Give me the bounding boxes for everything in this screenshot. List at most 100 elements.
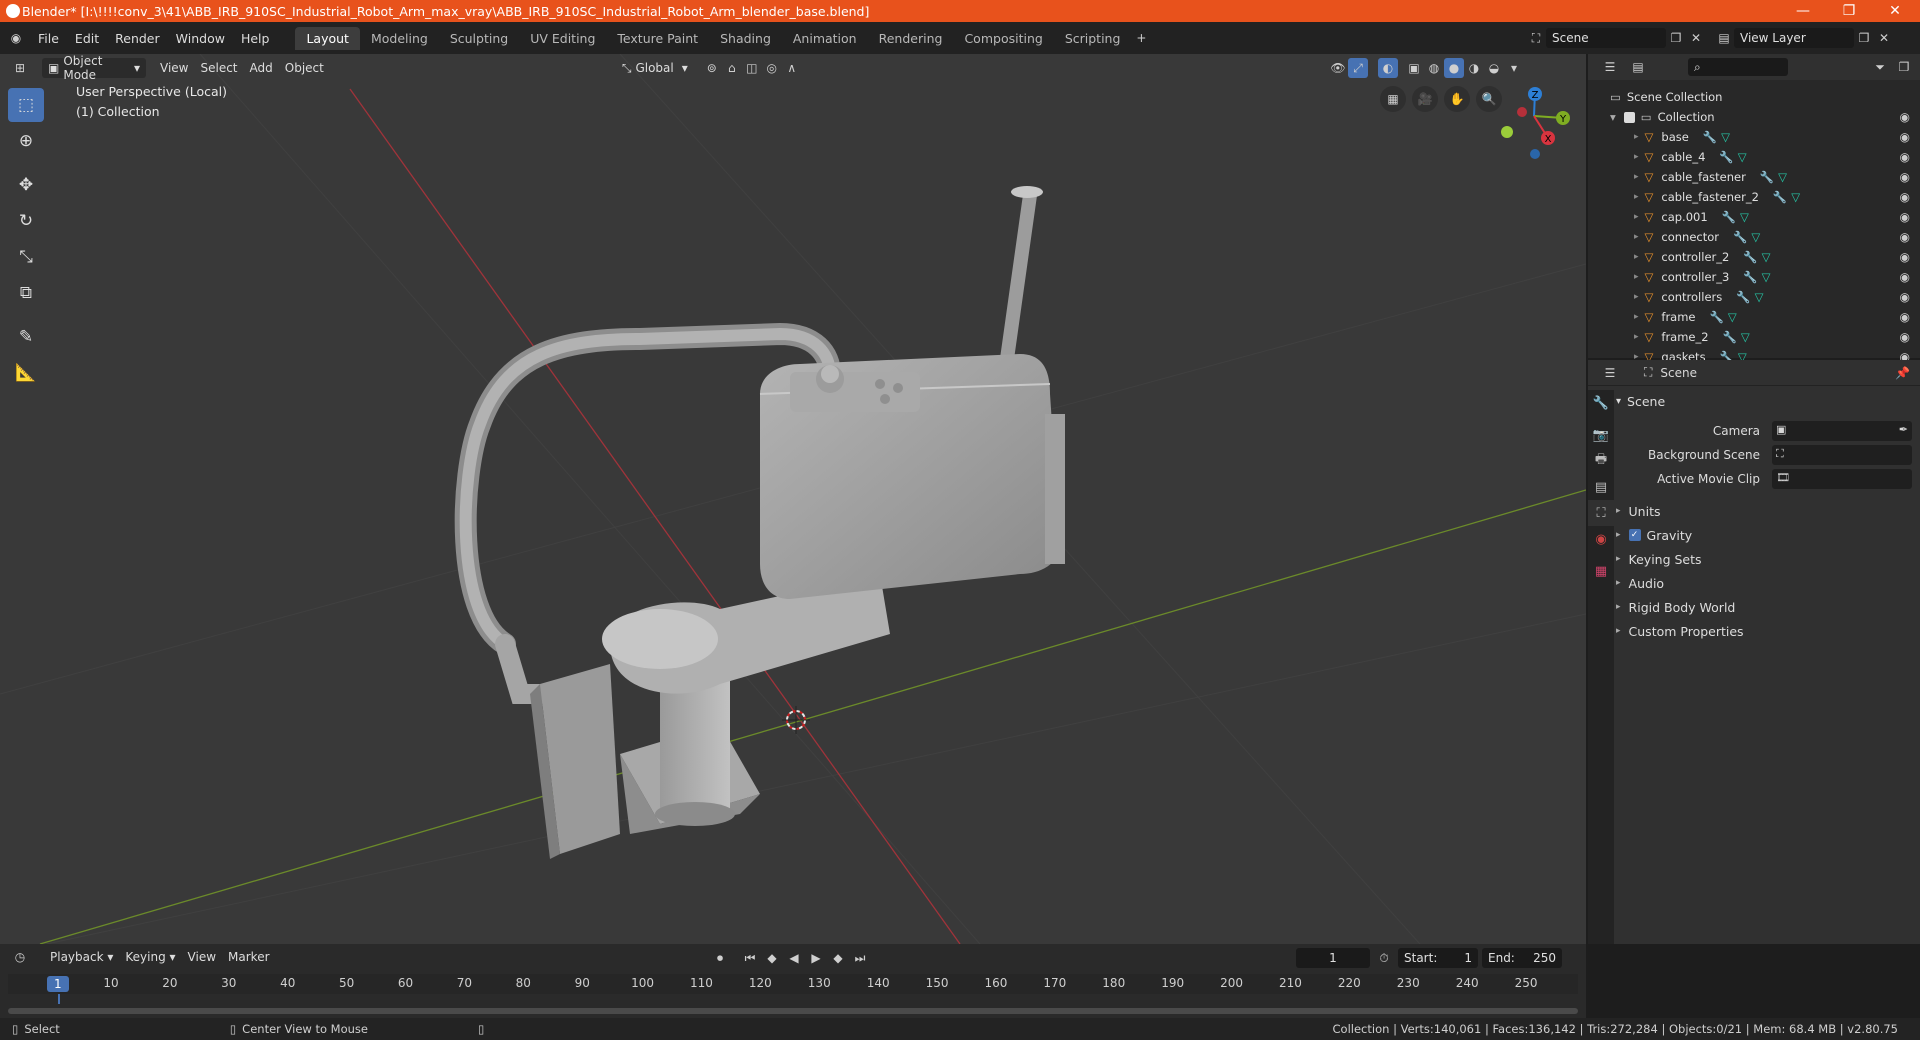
timeline-view-menu[interactable]: View	[182, 947, 222, 967]
viewport-menu-view[interactable]: View	[154, 58, 194, 78]
move-tool-icon[interactable]: ✥	[8, 168, 44, 202]
modifier-wrench-icon[interactable]: 🔧	[1773, 190, 1787, 204]
outliner-item[interactable]: ▸ ▽ base 🔧 ▽ ◉	[1588, 127, 1920, 147]
axis-gizmo[interactable]: Z Y X	[1490, 86, 1570, 166]
menu-window[interactable]: Window	[168, 31, 233, 46]
orientation-selector[interactable]: ⤡ Global ▾	[616, 58, 694, 78]
3d-cursor[interactable]	[782, 706, 810, 734]
expand-arrow-icon[interactable]: ▸	[1634, 132, 1639, 142]
mesh-data-icon[interactable]: ▽	[1778, 170, 1787, 184]
tab-scripting[interactable]: Scripting	[1054, 27, 1132, 50]
outliner-item[interactable]: ▸ ▽ controller_3 🔧 ▽ ◉	[1588, 267, 1920, 287]
3d-viewport[interactable]	[0, 54, 1586, 944]
tool-tab-icon[interactable]: 🔧	[1588, 390, 1614, 416]
expand-arrow-icon[interactable]: ▸	[1634, 212, 1639, 222]
modifier-wrench-icon[interactable]: 🔧	[1743, 250, 1757, 264]
rendered-shading-icon[interactable]: ◒	[1484, 58, 1504, 78]
current-frame-field[interactable]: 1	[1296, 948, 1370, 968]
grid-view-icon[interactable]: ▦	[1380, 86, 1406, 112]
snap-target-icon[interactable]: ◫	[742, 58, 762, 78]
modifier-wrench-icon[interactable]: 🔧	[1703, 130, 1717, 144]
outliner-collection[interactable]: ▾ ▭ Collection ◉	[1588, 107, 1920, 127]
outliner-item[interactable]: ▸ ▽ cable_fastener_2 🔧 ▽ ◉	[1588, 187, 1920, 207]
outliner-item[interactable]: ▸ ▽ cable_fastener 🔧 ▽ ◉	[1588, 167, 1920, 187]
mesh-data-icon[interactable]: ▽	[1755, 290, 1764, 304]
mesh-data-icon[interactable]: ▽	[1728, 310, 1737, 324]
collection-checkbox[interactable]	[1623, 111, 1635, 123]
neg-y-handle[interactable]	[1501, 126, 1513, 138]
visibility-eye-icon[interactable]: ◉	[1900, 150, 1910, 164]
mesh-data-icon[interactable]: ▽	[1762, 250, 1771, 264]
playback-menu[interactable]: Playback ▾	[44, 947, 119, 967]
outliner-item[interactable]: ▸ ▽ cable_4 🔧 ▽ ◉	[1588, 147, 1920, 167]
property-panel-header[interactable]: ▸ Rigid Body World	[1616, 596, 1916, 618]
visibility-eye-icon[interactable]: ◉	[1900, 270, 1910, 284]
editor-type-icon[interactable]: ⊞	[10, 58, 30, 78]
outliner-item[interactable]: ▸ ▽ connector 🔧 ▽ ◉	[1588, 227, 1920, 247]
visibility-eye-icon[interactable]: ◉	[1900, 290, 1910, 304]
visibility-icon[interactable]: 👁	[1328, 58, 1348, 78]
timeline-scrollbar[interactable]	[8, 1008, 1578, 1014]
expand-arrow-icon[interactable]: ▸	[1634, 172, 1639, 182]
stopwatch-icon[interactable]: ⏱	[1374, 948, 1394, 968]
end-frame-field[interactable]: End: 250	[1482, 948, 1562, 968]
eyedropper-icon[interactable]: ✒	[1899, 423, 1908, 436]
gravity-checkbox[interactable]: ✓	[1628, 529, 1641, 541]
proportional-edit-icon[interactable]: ◎	[762, 58, 782, 78]
scene-section-header[interactable]: ▾ Scene	[1616, 390, 1916, 412]
mesh-data-icon[interactable]: ▽	[1791, 190, 1800, 204]
property-panel-header[interactable]: ▸ Keying Sets	[1616, 548, 1916, 570]
scene-tab-icon[interactable]: ⛶	[1588, 500, 1614, 526]
new-scene-icon[interactable]: ❐	[1666, 28, 1686, 48]
scene-icon[interactable]: ⛶	[1526, 28, 1546, 48]
minimize-button[interactable]: —	[1780, 0, 1826, 22]
add-workspace-icon[interactable]: +	[1131, 28, 1151, 48]
view-layer-icon[interactable]: ▤	[1714, 28, 1734, 48]
expand-arrow-icon[interactable]: ▸	[1634, 232, 1639, 242]
cursor-tool-icon[interactable]: ⊕	[8, 124, 44, 158]
gizmo-toggle-icon[interactable]: ⤢	[1348, 58, 1368, 78]
prev-keyframe-icon[interactable]: ◆	[762, 948, 782, 968]
visibility-eye-icon[interactable]: ◉	[1900, 190, 1910, 204]
neg-x-handle[interactable]	[1517, 107, 1527, 117]
viewport-menu-select[interactable]: Select	[194, 58, 243, 78]
wireframe-shading-icon[interactable]: ◍	[1424, 58, 1444, 78]
outliner-editor-icon[interactable]: ☰	[1600, 57, 1620, 77]
property-panel-header[interactable]: ▸ Custom Properties	[1616, 620, 1916, 642]
transform-tool-icon[interactable]: ⧉	[8, 276, 44, 310]
property-panel-header[interactable]: ▸ ✓ Gravity	[1616, 524, 1916, 546]
xray-icon[interactable]: ▣	[1404, 58, 1424, 78]
falloff-icon[interactable]: ∧	[782, 58, 802, 78]
outliner-scene-collection[interactable]: ▭ Scene Collection	[1588, 87, 1920, 107]
mesh-data-icon[interactable]: ▽	[1740, 210, 1749, 224]
active-movie-clip-field[interactable]: 🎞	[1772, 469, 1912, 489]
remove-view-layer-icon[interactable]: ✕	[1874, 28, 1894, 48]
modifier-wrench-icon[interactable]: 🔧	[1760, 170, 1774, 184]
next-keyframe-icon[interactable]: ◆	[828, 948, 848, 968]
maximize-button[interactable]: ❐	[1826, 0, 1872, 22]
start-frame-field[interactable]: Start: 1	[1398, 948, 1478, 968]
menu-help[interactable]: Help	[233, 31, 278, 46]
tab-layout[interactable]: Layout	[295, 26, 360, 50]
background-scene-field[interactable]: ⛶	[1772, 445, 1912, 465]
camera-field[interactable]: ▣ ✒	[1772, 421, 1912, 441]
visibility-eye-icon[interactable]: ◉	[1900, 170, 1910, 184]
modifier-wrench-icon[interactable]: 🔧	[1719, 150, 1733, 164]
close-button[interactable]: ✕	[1872, 0, 1918, 22]
mesh-data-icon[interactable]: ▽	[1738, 150, 1747, 164]
solid-shading-icon[interactable]: ●	[1444, 58, 1464, 78]
tab-sculpting[interactable]: Sculpting	[439, 27, 519, 50]
property-panel-header[interactable]: ▸ Units	[1616, 500, 1916, 522]
filter-icon[interactable]: ⏷	[1870, 57, 1890, 77]
mesh-data-icon[interactable]: ▽	[1751, 230, 1760, 244]
modifier-wrench-icon[interactable]: 🔧	[1743, 270, 1757, 284]
select-box-tool-icon[interactable]: ⬚	[8, 88, 44, 122]
world-tab-icon[interactable]: ◉	[1588, 526, 1614, 552]
snap-icon[interactable]: ⌂	[722, 58, 742, 78]
viewport-menu-object[interactable]: Object	[279, 58, 330, 78]
timeline-editor-icon[interactable]: ◷	[10, 947, 30, 967]
tab-texture-paint[interactable]: Texture Paint	[606, 27, 709, 50]
mesh-data-icon[interactable]: ▽	[1721, 130, 1730, 144]
tab-compositing[interactable]: Compositing	[953, 27, 1053, 50]
blender-menu-icon[interactable]: ◉	[6, 28, 26, 48]
